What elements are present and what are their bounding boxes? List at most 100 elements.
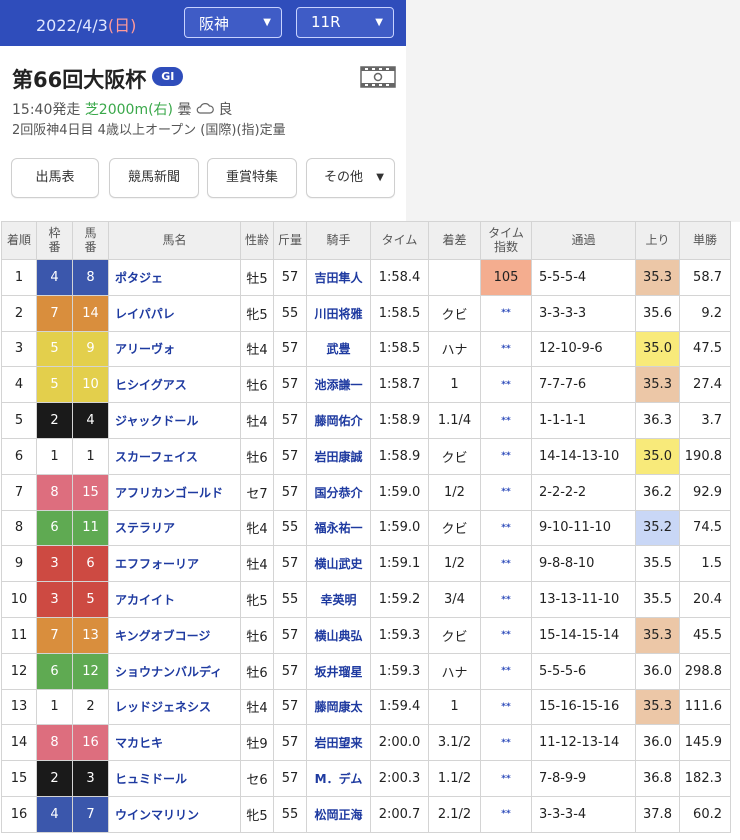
table-row[interactable]: 9 3 6 エフフォーリア 牡4 57 横山武史 1:59.1 1/2 ** 9-8-8-10 35.…: [1, 545, 731, 583]
time-index-cell[interactable]: **: [480, 688, 532, 726]
time-index-cell[interactable]: **: [480, 795, 532, 833]
jockey-link[interactable]: 池添謙一: [306, 366, 371, 404]
table-row[interactable]: 7 8 15 アフリカンゴールド セ7 57 国分恭介 1:59.0 1/2 ** 2-2-2-2 3…: [1, 473, 731, 511]
horse-name-link[interactable]: ショウナンバルディ: [108, 652, 241, 690]
horse-name-link[interactable]: ステラリア: [108, 509, 241, 547]
horse-number-cell: 15: [72, 473, 109, 511]
time-index-cell[interactable]: **: [480, 509, 532, 547]
table-row[interactable]: 2 7 14 レイパパレ 牝5 55 川田将雅 1:58.5 クビ ** 3-3-3-3 35.6 9.…: [1, 294, 731, 332]
jockey-link[interactable]: 松岡正海: [306, 795, 371, 833]
margin-cell: 1/2: [428, 545, 481, 583]
jockey-link[interactable]: 横山典弘: [306, 616, 371, 654]
newspaper-button[interactable]: 競馬新聞: [109, 158, 199, 198]
time-index-cell[interactable]: **: [480, 366, 532, 404]
weight-cell: 57: [273, 402, 307, 439]
horse-name-link[interactable]: アリーヴォ: [108, 330, 241, 368]
table-row[interactable]: 3 5 9 アリーヴォ 牡4 57 武豊 1:58.5 ハナ ** 12-10-9-6 35.0 47.…: [1, 330, 731, 368]
time-index-cell[interactable]: **: [480, 330, 532, 368]
header-sexage: 性齢: [240, 221, 274, 260]
table-row[interactable]: 12 6 12 ショウナンバルディ 牡6 57 坂井瑠星 1:59.3 ハナ ** 5-5-5-6 3…: [1, 652, 731, 690]
table-row[interactable]: 10 3 5 アカイイト 牝5 55 幸英明 1:59.2 3/4 ** 13-13-11-10 35…: [1, 581, 731, 618]
time-index-cell[interactable]: 105: [480, 259, 532, 296]
table-row[interactable]: 13 1 2 レッドジェネシス 牡4 57 藤岡康太 1:59.4 1 ** 15-16-15-16…: [1, 688, 731, 726]
win-odds-cell: 92.9: [679, 473, 731, 511]
time-index-cell[interactable]: **: [480, 760, 532, 797]
time-index-cell[interactable]: **: [480, 581, 532, 618]
passing-order-cell: 12-10-9-6: [531, 330, 636, 368]
jockey-link[interactable]: 福永祐一: [306, 509, 371, 547]
sex-age-cell: 牡6: [240, 616, 274, 654]
jockey-link[interactable]: 藤岡康太: [306, 688, 371, 726]
table-row[interactable]: 5 2 4 ジャックドール 牡4 57 藤岡佑介 1:58.9 1.1/4 ** 1-1-1-1 36…: [1, 402, 731, 439]
waku-cell: 2: [36, 402, 73, 439]
table-row[interactable]: 6 1 1 スカーフェイス 牡6 57 岩田康誠 1:58.9 クビ ** 14-14-13-10 3…: [1, 437, 731, 475]
race-date: 2022/4/3(日): [36, 16, 137, 35]
waku-cell: 6: [36, 509, 73, 547]
weight-cell: 55: [273, 294, 307, 332]
jockey-link[interactable]: 川田将雅: [306, 294, 371, 332]
last-3f-cell: 35.0: [635, 437, 680, 475]
table-row[interactable]: 14 8 16 マカヒキ 牡9 57 岩田望来 2:00.0 3.1/2 ** 11-12-13-1…: [1, 724, 731, 762]
horse-name-link[interactable]: ウインマリリン: [108, 795, 241, 833]
horse-name-link[interactable]: アフリカンゴールド: [108, 473, 241, 511]
horse-number-cell: 10: [72, 366, 109, 404]
chevron-down-icon: ▼: [375, 17, 383, 28]
time-index-cell[interactable]: **: [480, 652, 532, 690]
entries-button[interactable]: 出馬表: [11, 158, 99, 198]
time-index-cell[interactable]: **: [480, 724, 532, 762]
time-index-cell[interactable]: **: [480, 294, 532, 332]
jockey-link[interactable]: 国分恭介: [306, 473, 371, 511]
horse-name-link[interactable]: スカーフェイス: [108, 437, 241, 475]
jockey-link[interactable]: M．デム: [306, 760, 371, 797]
time-index-cell[interactable]: **: [480, 616, 532, 654]
win-odds-cell: 27.4: [679, 366, 731, 404]
other-menu-button[interactable]: その他 ▼: [306, 158, 395, 198]
horse-name-link[interactable]: レイパパレ: [108, 294, 241, 332]
horse-name-link[interactable]: ジャックドール: [108, 402, 241, 439]
table-row[interactable]: 8 6 11 ステラリア 牝4 55 福永祐一 1:59.0 クビ ** 9-10-11-10 35.…: [1, 509, 731, 547]
horse-name-link[interactable]: ヒシイグアス: [108, 366, 241, 404]
waku-cell: 1: [36, 437, 73, 475]
jockey-link[interactable]: 吉田隼人: [306, 259, 371, 296]
table-row[interactable]: 16 4 7 ウインマリリン 牝5 55 松岡正海 2:00.7 2.1/2 ** 3-3-3-4 3…: [1, 795, 731, 833]
horse-name-link[interactable]: ヒュミドール: [108, 760, 241, 797]
video-icon[interactable]: [360, 66, 396, 92]
table-row[interactable]: 4 5 10 ヒシイグアス 牡6 57 池添謙一 1:58.7 1 ** 7-7-7-6 35.3 27…: [1, 366, 731, 404]
horse-name-link[interactable]: レッドジェネシス: [108, 688, 241, 726]
time-index-cell[interactable]: **: [480, 545, 532, 583]
race-detail: 2回阪神4日目 4歳以上オープン (国際)(指)定量: [12, 123, 286, 138]
venue-select[interactable]: 阪神 ▼: [184, 7, 282, 38]
last-3f-cell: 35.2: [635, 509, 680, 547]
horse-name-link[interactable]: キングオブコージ: [108, 616, 241, 654]
jockey-link[interactable]: 幸英明: [306, 581, 371, 618]
horse-name-link[interactable]: エフフォーリア: [108, 545, 241, 583]
race-select[interactable]: 11R ▼: [296, 7, 394, 38]
horse-name-link[interactable]: アカイイト: [108, 581, 241, 618]
rank-cell: 10: [1, 581, 37, 618]
jockey-link[interactable]: 武豊: [306, 330, 371, 368]
win-odds-cell: 20.4: [679, 581, 731, 618]
table-row[interactable]: 15 2 3 ヒュミドール セ6 57 M．デム 2:00.3 1.1/2 ** 7-8-9-9 36…: [1, 760, 731, 797]
last-3f-cell: 35.3: [635, 366, 680, 404]
margin-cell: 2.1/2: [428, 795, 481, 833]
table-row[interactable]: 11 7 13 キングオブコージ 牡6 57 横山典弘 1:59.3 クビ ** 15-14-15-…: [1, 616, 731, 654]
weight-cell: 55: [273, 581, 307, 618]
horse-name-link[interactable]: ポタジェ: [108, 259, 241, 296]
time-index-cell[interactable]: **: [480, 402, 532, 439]
weight-cell: 55: [273, 509, 307, 547]
table-row[interactable]: 1 4 8 ポタジェ 牡5 57 吉田隼人 1:58.4 105 5-5-5-4 35.3 58.7: [1, 259, 731, 296]
horse-name-link[interactable]: マカヒキ: [108, 724, 241, 762]
last-3f-cell: 36.8: [635, 760, 680, 797]
time-index-cell[interactable]: **: [480, 473, 532, 511]
win-odds-cell: 9.2: [679, 294, 731, 332]
weight-cell: 55: [273, 795, 307, 833]
jockey-link[interactable]: 岩田康誠: [306, 437, 371, 475]
jockey-link[interactable]: 坂井瑠星: [306, 652, 371, 690]
time-index-cell[interactable]: **: [480, 437, 532, 475]
jockey-link[interactable]: 岩田望来: [306, 724, 371, 762]
feature-button[interactable]: 重賞特集: [207, 158, 297, 198]
waku-cell: 7: [36, 616, 73, 654]
rank-cell: 5: [1, 402, 37, 439]
jockey-link[interactable]: 横山武史: [306, 545, 371, 583]
jockey-link[interactable]: 藤岡佑介: [306, 402, 371, 439]
